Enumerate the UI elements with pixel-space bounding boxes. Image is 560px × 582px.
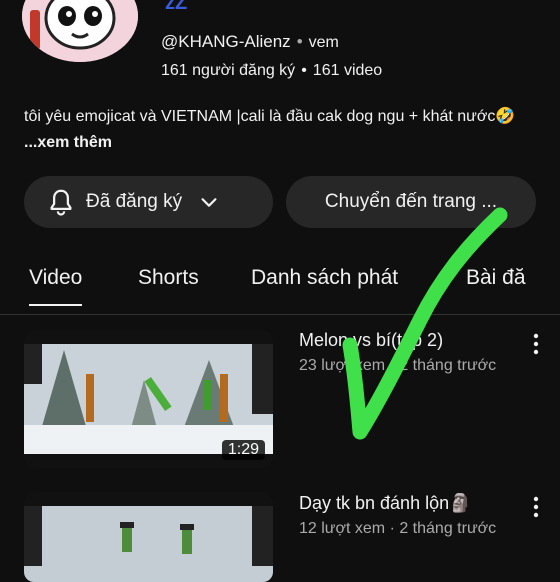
channel-handle: @KHANG-Alienz — [161, 32, 291, 51]
goto-page-button[interactable]: Chuyển đến trang ... — [286, 176, 536, 228]
sleep-mark: zZ — [165, 0, 188, 14]
goto-page-label: Chuyển đến trang ... — [324, 191, 498, 212]
more-options-icon[interactable] — [528, 495, 544, 519]
video-thumbnail[interactable] — [24, 492, 273, 582]
see-more-link[interactable]: ...xem thêm — [24, 134, 112, 151]
channel-tag: vem — [308, 34, 339, 51]
tab-playlists[interactable]: Danh sách phát — [251, 266, 398, 290]
more-options-icon[interactable] — [528, 332, 544, 356]
channel-description[interactable]: tôi yêu emojicat và VIETNAM |cali là đầu… — [24, 104, 544, 156]
video-thumbnail-image — [24, 492, 273, 582]
channel-avatar[interactable] — [22, 0, 138, 62]
video-duration: 1:29 — [221, 440, 265, 460]
video-title[interactable]: Dạy tk bn đánh lộn🗿 — [299, 493, 472, 514]
video-meta: 23 lượt xem · 2 tháng trước — [299, 357, 497, 374]
subscribed-label: Đã đăng ký — [86, 191, 183, 212]
video-title[interactable]: Melon vs bí(tập 2) — [299, 330, 443, 351]
tab-posts[interactable]: Bài đă — [466, 266, 526, 290]
separator-dot: • — [296, 32, 303, 51]
channel-handle-row: @KHANG-Alienz • vem — [161, 32, 339, 52]
bell-icon — [50, 189, 72, 216]
video-count: 161 video — [312, 62, 383, 79]
channel-tabs: Video Shorts Danh sách phát Bài đă — [0, 258, 560, 315]
chevron-down-icon — [201, 198, 217, 207]
separator-dot: • — [301, 62, 307, 79]
tab-video[interactable]: Video — [29, 266, 83, 306]
subscribed-button[interactable]: Đã đăng ký — [24, 176, 273, 228]
subscriber-count: 161 người đăng ký — [161, 62, 296, 79]
description-text: tôi yêu emojicat và VIETNAM |cali là đầu… — [24, 108, 516, 125]
cat-avatar-icon — [22, 0, 138, 62]
tab-shorts[interactable]: Shorts — [138, 266, 199, 290]
video-thumbnail[interactable]: 1:29 — [24, 330, 273, 468]
channel-stats: 161 người đăng ký • 161 video — [161, 62, 382, 80]
video-meta: 12 lượt xem · 2 tháng trước — [299, 520, 497, 537]
